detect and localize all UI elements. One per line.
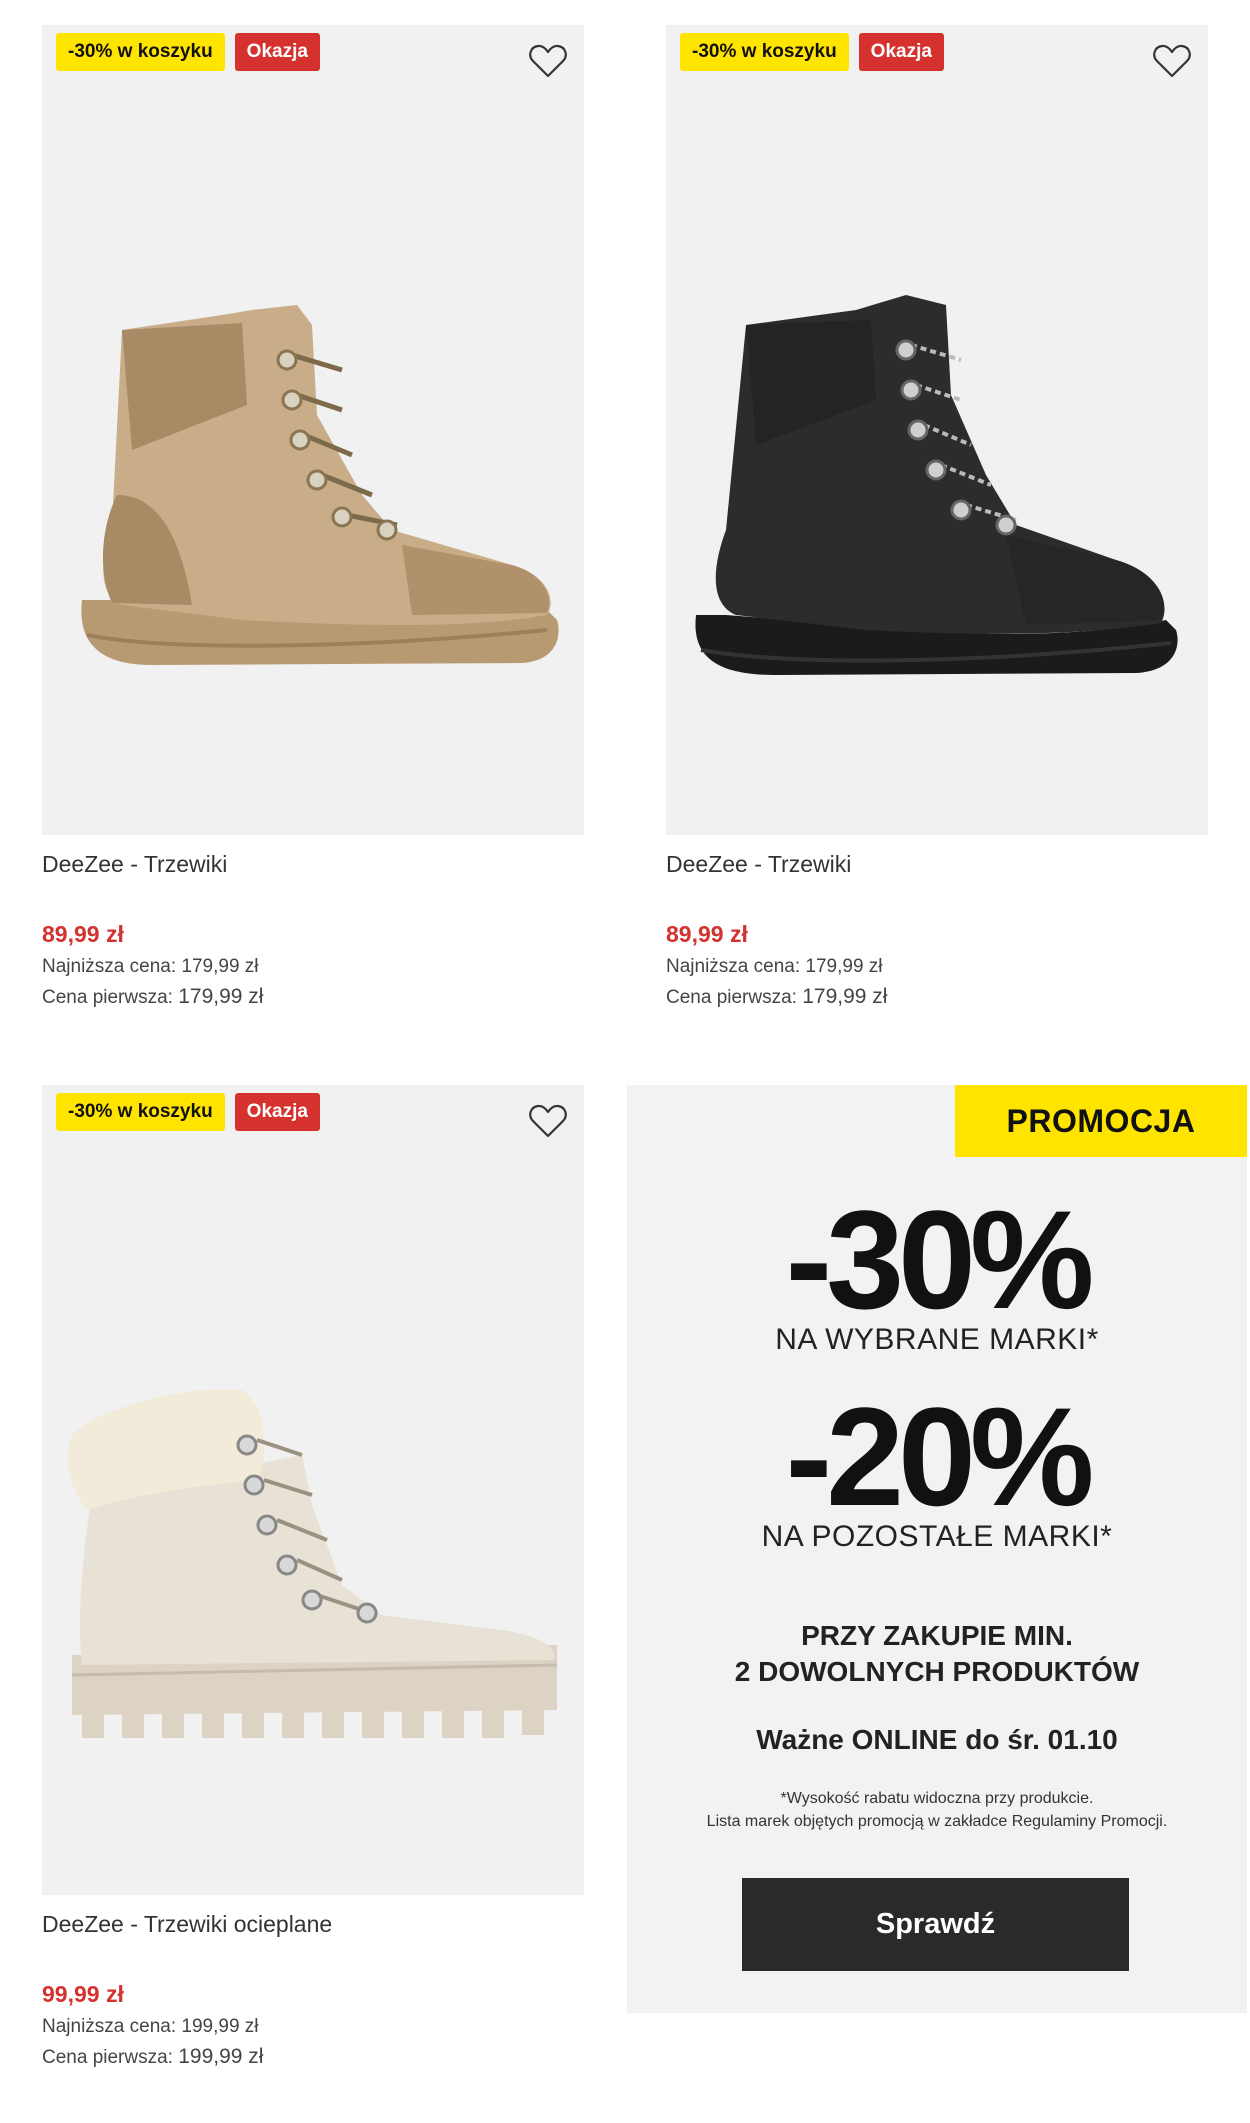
lowest-price-value: 199,99 zł [181,2016,259,2037]
promo-discount-30: -30% [785,1181,1095,1338]
tan-boot-image [81,305,559,665]
first-price-label: Cena pierwsza: [666,987,797,1008]
cart-discount-badge: -30% w koszyku [56,33,225,71]
wishlist-heart-icon[interactable] [528,43,568,79]
deal-badge: Okazja [234,1093,320,1131]
promo-condition-line1: PRZY ZAKUPIE MIN. [801,1620,1073,1651]
lowest-price: Najniższa cena: 199,99 zł [42,2016,584,2038]
lowest-price-label: Najniższa cena: [666,956,801,977]
lowest-price-label: Najniższa cena: [42,956,177,977]
product-badges: -30% w koszyku Okazja [56,33,320,71]
product-card[interactable]: -30% w koszyku Okazja DeeZee - Trzewiki … [42,1085,584,2069]
first-price: Cena pierwsza: 179,99 zł [42,986,584,1009]
lowest-price-value: 179,99 zł [805,956,883,977]
promo-sub-30: NA WYBRANE MARKI* [775,1323,1099,1356]
first-price-label: Cena pierwsza: [42,987,173,1008]
promo-banner[interactable]: PROMOCJA -30% NA WYBRANE MARKI* -20% NA … [627,1085,1247,2013]
product-badges: -30% w koszyku Okazja [56,1093,320,1131]
lowest-price: Najniższa cena: 179,99 zł [42,956,584,978]
cart-discount-badge: -30% w koszyku [56,1093,225,1131]
promo-discount-20: -20% [785,1378,1095,1535]
product-image[interactable]: -30% w koszyku Okazja [666,25,1208,835]
first-price: Cena pierwsza: 199,99 zł [42,2046,584,2069]
product-name[interactable]: DeeZee - Trzewiki [42,851,584,911]
lowest-price: Najniższa cena: 179,99 zł [666,956,1208,978]
promo-validity: Ważne ONLINE do śr. 01.10 [756,1724,1118,1755]
product-name[interactable]: DeeZee - Trzewiki [666,851,1208,911]
lowest-price-label: Najniższa cena: [42,2016,177,2037]
promo-note-line1: *Wysokość rabatu widoczna przy produkcie… [780,1790,1094,1807]
first-price-label: Cena pierwsza: [42,2047,173,2068]
promo-condition-line2: 2 DOWOLNYCH PRODUKTÓW [734,1656,1140,1687]
cart-discount-badge: -30% w koszyku [680,33,849,71]
first-price: Cena pierwsza: 179,99 zł [666,986,1208,1009]
promo-tag: PROMOCJA [955,1085,1247,1157]
lowest-price-value: 179,99 zł [181,956,259,977]
deal-badge: Okazja [234,33,320,71]
product-image[interactable]: -30% w koszyku Okazja [42,1085,584,1895]
promo-sub-20: NA POZOSTAŁE MARKI* [761,1520,1113,1553]
product-card[interactable]: -30% w koszyku Okazja DeeZee - Trzewiki … [666,25,1208,1009]
first-price-value: 179,99 zł [178,985,264,1008]
product-price: 89,99 zł [666,921,748,947]
promo-note-line2: Lista marek objętych promocją w zakładce… [706,1813,1168,1830]
product-card[interactable]: -30% w koszyku Okazja DeeZee - Trzewiki [42,25,584,1009]
cream-fur-boot-image [67,1389,558,1738]
wishlist-heart-icon[interactable] [528,1103,568,1139]
deal-badge: Okazja [858,33,944,71]
wishlist-heart-icon[interactable] [1152,43,1192,79]
first-price-value: 179,99 zł [802,985,888,1008]
product-name[interactable]: DeeZee - Trzewiki ocieplane [42,1911,584,1971]
product-price: 99,99 zł [42,1981,124,2007]
product-price: 89,99 zł [42,921,124,947]
product-badges: -30% w koszyku Okazja [680,33,944,71]
check-button[interactable]: Sprawdź [742,1878,1129,1971]
black-boot-image [695,295,1178,675]
product-image[interactable]: -30% w koszyku Okazja [42,25,584,835]
first-price-value: 199,99 zł [178,2045,264,2068]
